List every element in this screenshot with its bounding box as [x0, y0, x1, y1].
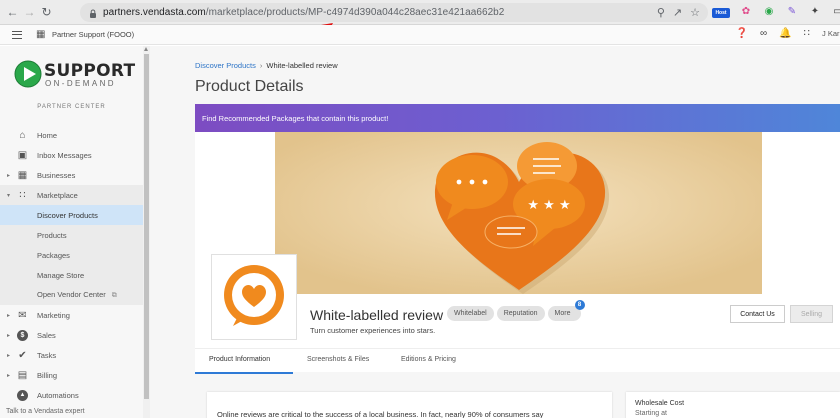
breadcrumb-current: White-labelled review [266, 61, 338, 70]
sidebar-item-billing[interactable]: ▸ ▤ Billing [0, 365, 143, 385]
browser-toolbar: ← → ↻ partners.vendasta.com/marketplace/… [0, 0, 840, 25]
tag-reputation[interactable]: Reputation [496, 306, 545, 321]
active-tab-indicator [195, 372, 293, 374]
sidebar-item-businesses[interactable]: ▸ ▦ Businesses [0, 165, 143, 185]
star-icon[interactable]: ☆ [690, 6, 700, 19]
grid-icon: ∷ [19, 189, 26, 201]
sidebar-item-marketplace[interactable]: ▾ ∷ Marketplace [0, 185, 143, 205]
wholesale-cost-title: Wholesale Cost [635, 400, 685, 407]
selling-button[interactable]: Selling [790, 305, 833, 323]
sidepanel-icon[interactable]: ▭ [831, 4, 840, 18]
product-tabs: Product Information Screenshots & Files … [195, 348, 840, 374]
sidebar-item-products[interactable]: Products [0, 225, 143, 245]
product-logo [211, 254, 297, 340]
breadcrumb-separator: › [259, 61, 263, 70]
caret-right-icon: ▸ [7, 352, 11, 359]
lock-icon [89, 9, 97, 18]
inbox-icon: ▣ [17, 149, 28, 161]
breadcrumb: Discover Products › White-labelled review [195, 61, 338, 70]
product-hero-image: ★ ★ ★ [275, 132, 762, 294]
caret-right-icon: ▸ [7, 172, 11, 179]
talk-to-expert-link[interactable]: Talk to a Vendasta expert [6, 408, 85, 415]
svg-text:★ ★ ★: ★ ★ ★ [527, 198, 570, 213]
brand-logo: SUPPORT ON-DEMAND [14, 60, 135, 96]
sidebar-item-sales[interactable]: ▸ $ Sales [0, 325, 143, 345]
reload-icon[interactable]: ↻ [38, 2, 55, 22]
scrollbar-thumb[interactable] [144, 54, 149, 399]
caret-down-icon: ▾ [7, 192, 11, 199]
sidebar: SUPPORT ON-DEMAND PARTNER CENTER ⌂ Home … [0, 46, 150, 418]
green-extension-icon[interactable]: ◉ [762, 4, 776, 18]
tab-editions-pricing[interactable]: Editions & Pricing [401, 356, 456, 363]
sidebar-item-inbox[interactable]: ▣ Inbox Messages [0, 145, 143, 165]
main-content: Discover Products › White-labelled review … [150, 46, 840, 418]
tag-whitelabel[interactable]: Whitelabel [447, 306, 494, 321]
more-count-badge: 8 [574, 300, 585, 310]
puzzle-extension-icon[interactable]: ✿ [739, 4, 753, 18]
home-icon: ⌂ [19, 129, 26, 141]
link-icon[interactable]: ∞ [760, 28, 767, 39]
organization-icon: ▦ [36, 28, 46, 40]
product-header-card: ★ ★ ★ White-labelled review Whitelabel R… [195, 132, 840, 374]
description-card: Online reviews are critical to the succe… [207, 392, 612, 418]
caret-right-icon: ▸ [7, 312, 11, 319]
zoom-icon[interactable]: ⚲ [657, 6, 665, 19]
tab-screenshots-files[interactable]: Screenshots & Files [307, 356, 369, 363]
share-icon[interactable]: ↗ [673, 6, 682, 19]
product-description: Online reviews are critical to the succe… [217, 410, 544, 418]
heart-chat-icon [224, 265, 284, 326]
check-circle-icon: ✔ [18, 349, 27, 361]
pen-extension-icon[interactable]: ✎ [785, 4, 799, 18]
sidebar-nav: ⌂ Home ▣ Inbox Messages ▸ ▦ Businesses ▾… [0, 125, 143, 405]
caret-right-icon: ▸ [7, 372, 11, 379]
scroll-up-arrow-icon[interactable] [144, 47, 148, 51]
sidebar-item-manage-store[interactable]: Manage Store [0, 265, 143, 285]
sidebar-scrollbar[interactable] [143, 46, 150, 418]
page-title: Product Details [195, 78, 304, 95]
wholesale-starting-at: Starting at [635, 410, 667, 417]
sidebar-item-automations[interactable]: ▲ Automations [0, 385, 143, 405]
sidebar-item-tasks[interactable]: ▸ ✔ Tasks [0, 345, 143, 365]
puzzle-icon[interactable]: ✦ [808, 4, 822, 18]
app-topbar: ▦ Partner Support (FOOO) ❓ ∞ 🔔 ∷ J Kar [0, 25, 840, 45]
contact-us-button[interactable]: Contact Us [730, 305, 785, 323]
mail-icon: ✉ [18, 309, 27, 321]
sidebar-item-packages[interactable]: Packages [0, 245, 143, 265]
user-name[interactable]: J Kar [822, 29, 840, 38]
dollar-icon: $ [17, 329, 28, 341]
product-name: White-labelled review [310, 307, 444, 323]
url-text: partners.vendasta.com/marketplace/produc… [103, 7, 505, 18]
recommended-packages-banner[interactable]: Find Recommended Packages that contain t… [195, 104, 840, 132]
product-tagline: Turn customer experiences into stars. [310, 326, 436, 335]
wholesale-cost-card: Wholesale Cost Starting at [626, 392, 840, 418]
building-icon: ▦ [17, 169, 28, 181]
billing-icon: ▤ [17, 369, 28, 381]
tab-product-information[interactable]: Product Information [209, 356, 270, 363]
tag-more[interactable]: More 8 [547, 300, 585, 321]
apps-grid-icon[interactable]: ∷ [804, 28, 810, 39]
hamburger-icon[interactable] [12, 30, 22, 39]
sidebar-item-open-vendor-center[interactable]: Open Vendor Center ⧉ [0, 285, 143, 305]
review-bubbles-illustration: ★ ★ ★ [275, 132, 762, 294]
breadcrumb-discover-products[interactable]: Discover Products [195, 61, 256, 70]
forward-arrow-icon[interactable]: → [21, 2, 38, 22]
partner-center-label: PARTNER CENTER [37, 104, 106, 110]
external-link-icon: ⧉ [111, 292, 117, 299]
back-arrow-icon[interactable]: ← [4, 2, 21, 22]
sidebar-item-marketing[interactable]: ▸ ✉ Marketing [0, 305, 143, 325]
sidebar-item-home[interactable]: ⌂ Home [0, 125, 143, 145]
bell-icon[interactable]: 🔔 [779, 28, 791, 39]
logo-play-icon [14, 60, 42, 88]
product-tags: Whitelabel Reputation More 8 [447, 300, 585, 321]
org-name[interactable]: Partner Support (FOOO) [52, 30, 134, 39]
automation-icon: ▲ [17, 389, 28, 401]
address-bar[interactable]: partners.vendasta.com/marketplace/produc… [80, 3, 708, 22]
sidebar-item-discover-products[interactable]: Discover Products [0, 205, 143, 225]
caret-right-icon: ▸ [7, 332, 11, 339]
host-extension-icon[interactable]: Host [712, 7, 730, 18]
help-icon[interactable]: ❓ [736, 28, 748, 39]
